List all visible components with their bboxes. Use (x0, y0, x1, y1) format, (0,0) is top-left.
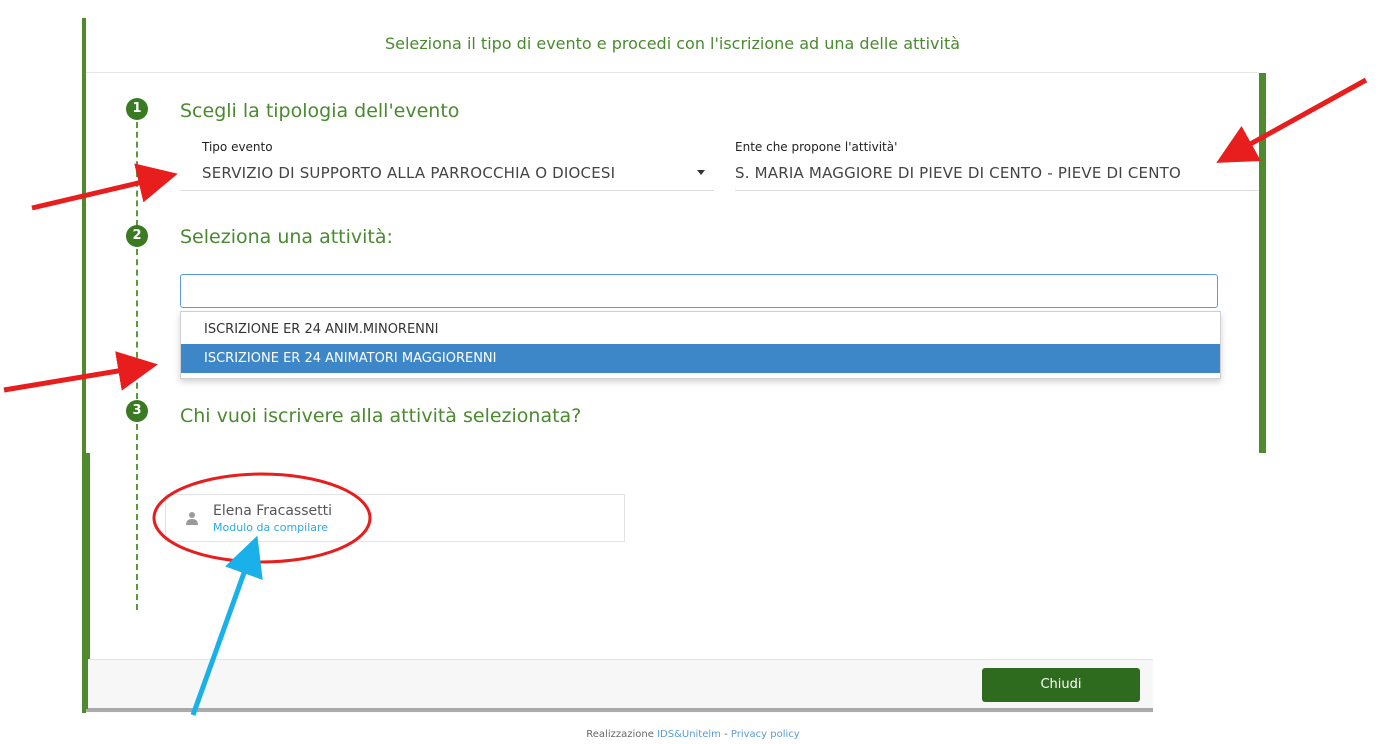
red-arrow-tipo-evento (31, 163, 178, 211)
annotation-overlay (3, 77, 1368, 716)
red-arrow-activity (3, 351, 158, 393)
red-circle-person (152, 472, 372, 564)
red-arrow-ente (1216, 77, 1368, 163)
blue-arrow-person (190, 535, 263, 716)
